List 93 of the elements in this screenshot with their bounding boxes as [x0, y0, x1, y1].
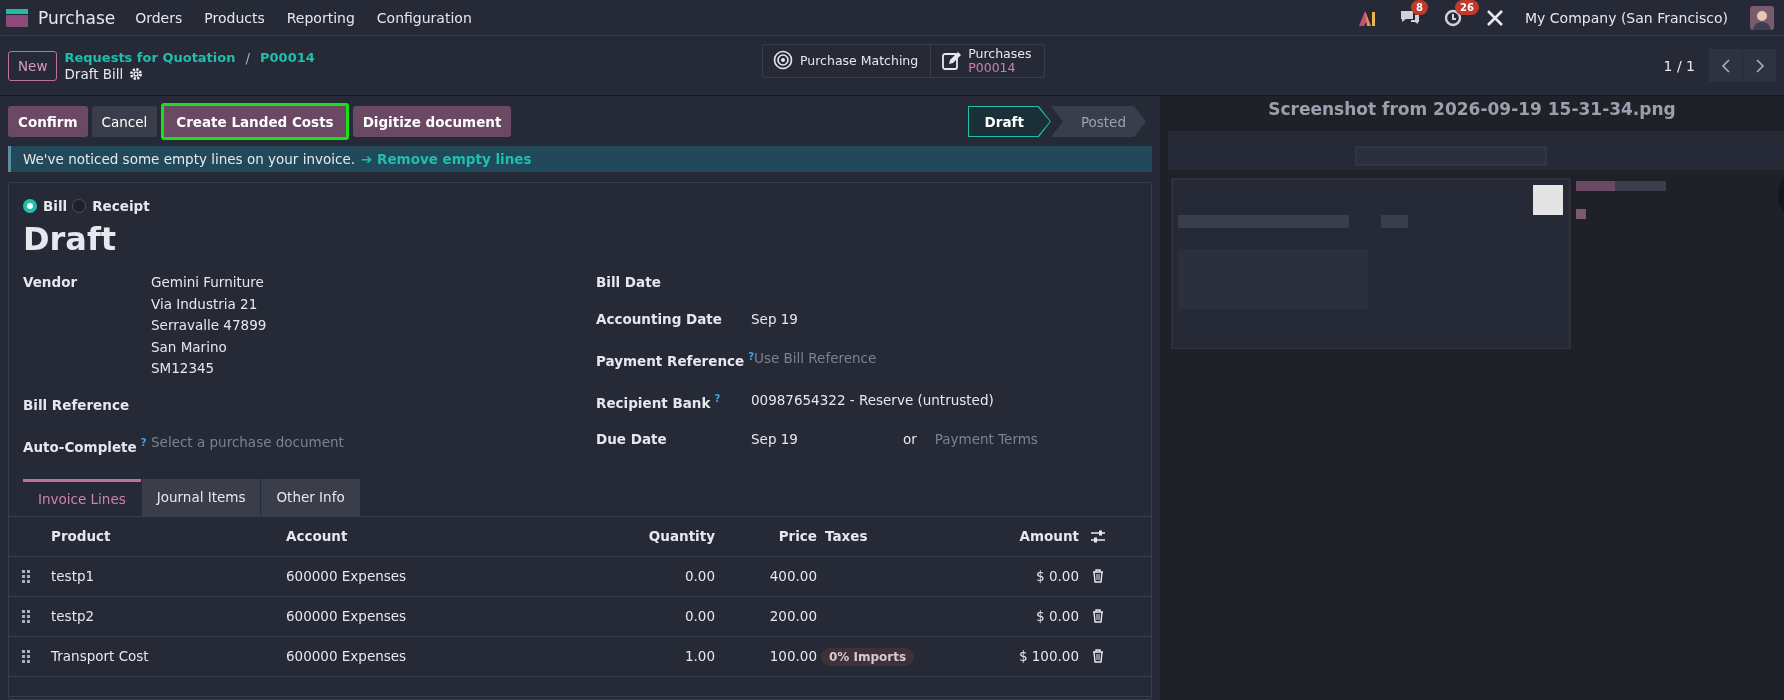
table-cell: $ 0.00 — [1036, 608, 1079, 624]
table-cell: 0.00 — [684, 608, 715, 624]
notification-badge: 8 — [1411, 0, 1428, 15]
status-step[interactable]: Draft — [967, 106, 1051, 137]
chevron-right-icon[interactable] — [1753, 57, 1766, 74]
table-cell-text: 600000 Expenses — [285, 568, 407, 584]
table-cell: 100.00 — [769, 648, 817, 664]
edit-icon — [941, 50, 964, 72]
tab[interactable]: Other Info — [261, 478, 360, 516]
action-button[interactable]: Confirm — [8, 106, 88, 137]
company-switcher[interactable]: My Company (San Francisco) — [1525, 9, 1728, 26]
trash-icon[interactable] — [1092, 569, 1104, 583]
remove-empty-lines-link[interactable]: ➔ Remove empty lines — [361, 151, 532, 167]
sliders-icon[interactable] — [1090, 528, 1106, 544]
column-header[interactable]: Product — [43, 528, 111, 544]
field-label: Accounting Date — [596, 311, 722, 327]
field-value[interactable]: 00987654322 - Reserve (untrusted) — [751, 389, 994, 412]
radio-label[interactable]: Receipt — [92, 198, 150, 214]
breadcrumb-link[interactable]: Requests for Quotation — [64, 50, 236, 65]
or-text: or — [902, 430, 917, 449]
user-avatar-icon[interactable] — [1750, 5, 1774, 30]
field-label: Vendor — [23, 274, 78, 290]
input-field[interactable]: Payment Terms — [934, 429, 1038, 451]
app-name[interactable]: Purchase — [38, 7, 116, 28]
breadcrumb-separator: / — [245, 49, 251, 66]
field-label: Bill Date — [596, 274, 661, 290]
gear-icon[interactable] — [129, 66, 144, 81]
field-label: Auto-Complete — [23, 438, 137, 455]
menu-item[interactable]: Reporting — [286, 9, 355, 26]
drag-handle-icon[interactable] — [22, 609, 30, 623]
record-title: Draft Bill — [64, 65, 124, 82]
action-button[interactable]: Create Landed Costs — [161, 103, 349, 140]
table-cell: $ 100.00 — [1018, 648, 1079, 664]
action-button[interactable]: Cancel — [91, 106, 158, 137]
field-label: Payment Reference — [596, 352, 745, 369]
radio-button[interactable] — [23, 199, 37, 213]
trash-icon[interactable] — [1092, 609, 1104, 623]
status-step[interactable]: Posted — [1050, 106, 1146, 137]
action-button[interactable]: Digitize document — [352, 106, 512, 137]
new-button[interactable]: New — [8, 50, 58, 81]
file-name: Screenshot from 2026-09-19 15-31-34.png — [1268, 99, 1676, 119]
trash-icon[interactable] — [1092, 649, 1104, 663]
menu-item[interactable]: Configuration — [376, 9, 472, 26]
column-header[interactable]: Quantity — [648, 528, 715, 544]
field-value[interactable]: Sep 19 — [751, 309, 798, 331]
table-cell: 200.00 — [769, 608, 817, 624]
field-label: Due Date — [596, 431, 667, 447]
column-header[interactable]: Taxes — [817, 528, 868, 544]
drag-handle-icon[interactable] — [22, 649, 30, 663]
field-value[interactable]: Via Industria 21 — [151, 293, 258, 315]
column-header[interactable]: Amount — [1019, 528, 1079, 544]
help-mark[interactable]: ? — [140, 437, 147, 448]
table-cell-text: 600000 Expenses — [285, 648, 407, 664]
input-field[interactable]: Select a purchase document — [151, 432, 344, 454]
table-cell-text: 600000 Expenses — [285, 608, 407, 624]
app-logo-icon[interactable] — [6, 8, 28, 27]
table-cell: $ 0.00 — [1036, 568, 1079, 584]
table-cell-text: Transport Cost — [50, 648, 149, 664]
radio-label[interactable]: Bill — [43, 198, 68, 214]
menu-item[interactable]: Products — [204, 9, 265, 26]
column-header[interactable]: Price — [778, 528, 817, 544]
field-value[interactable]: San Marino — [151, 336, 227, 358]
pager-value: 1 / 1 — [1663, 57, 1695, 74]
tab[interactable]: Journal Items — [141, 478, 261, 516]
menu-item[interactable]: Orders — [135, 9, 183, 26]
table-cell: 0.00 — [684, 568, 715, 584]
previous-button[interactable] — [1709, 49, 1742, 82]
radio-button[interactable] — [72, 199, 87, 213]
breadcrumb-link[interactable]: P00014 — [260, 50, 315, 65]
field-label: Recipient Bank — [596, 394, 711, 410]
smart-button[interactable]: Purchases P00014 — [930, 45, 1044, 77]
tax-tag[interactable]: 0% Imports — [821, 648, 915, 666]
table-cell-text: testp2 — [50, 608, 95, 624]
field-value[interactable]: Sep 19 — [751, 429, 798, 451]
help-mark[interactable]: ? — [714, 392, 721, 404]
table-cell: 1.00 — [684, 648, 715, 664]
table-cell: 400.00 — [769, 568, 817, 584]
target-icon — [773, 50, 795, 72]
column-header[interactable]: Account — [278, 528, 348, 544]
field-label: Bill Reference — [23, 397, 130, 413]
input-field[interactable]: Use Bill Reference — [754, 348, 877, 370]
chevron-left-icon[interactable] — [1719, 57, 1732, 74]
smart-button[interactable]: Purchase Matching — [763, 45, 931, 77]
alert-message: We've noticed some empty lines on your invoice. — [23, 151, 355, 167]
form-title: Draft — [23, 220, 118, 258]
next-button[interactable] — [1743, 49, 1776, 82]
field-value[interactable]: Serravalle 47899 — [151, 315, 267, 337]
table-cell-text: testp1 — [50, 568, 95, 584]
field-value[interactable]: SM12345 — [151, 358, 215, 380]
notification-badge: 26 — [1455, 0, 1479, 15]
help-mark[interactable]: ? — [748, 351, 754, 362]
field-value[interactable]: Gemini Furniture — [151, 272, 264, 294]
drag-handle-icon[interactable] — [22, 569, 30, 583]
